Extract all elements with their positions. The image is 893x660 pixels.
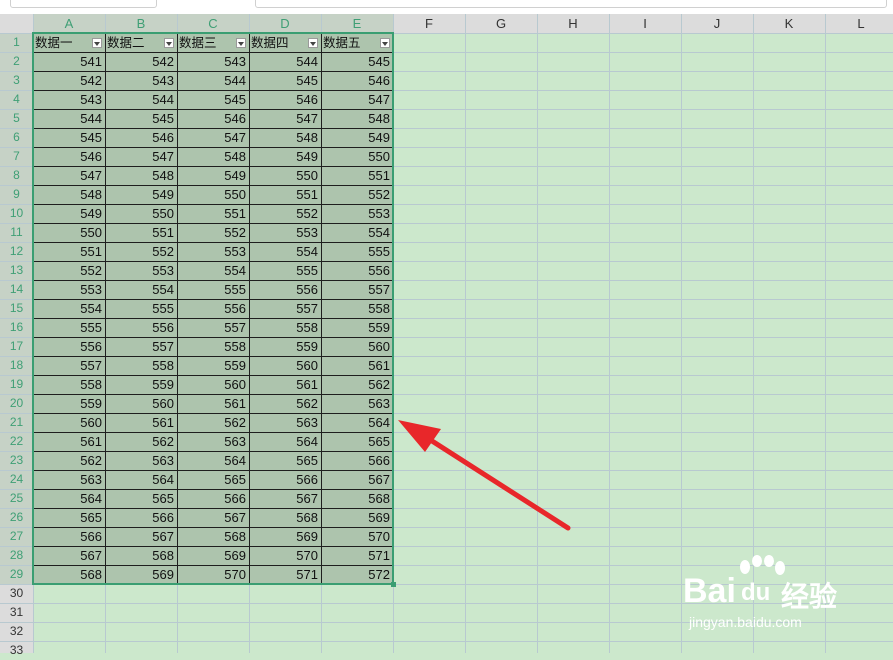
red-arrow [398, 420, 571, 531]
logo-text: Bai [683, 572, 736, 610]
fill-handle[interactable] [391, 582, 396, 587]
baidu-jingyan-watermark: Bai du 经验 jingyan.baidu.com [683, 555, 853, 640]
selection-border [32, 32, 394, 585]
logo-text2: du [741, 579, 771, 606]
brand-text: 经验 [781, 580, 838, 613]
site-url: jingyan.baidu.com [689, 614, 802, 630]
